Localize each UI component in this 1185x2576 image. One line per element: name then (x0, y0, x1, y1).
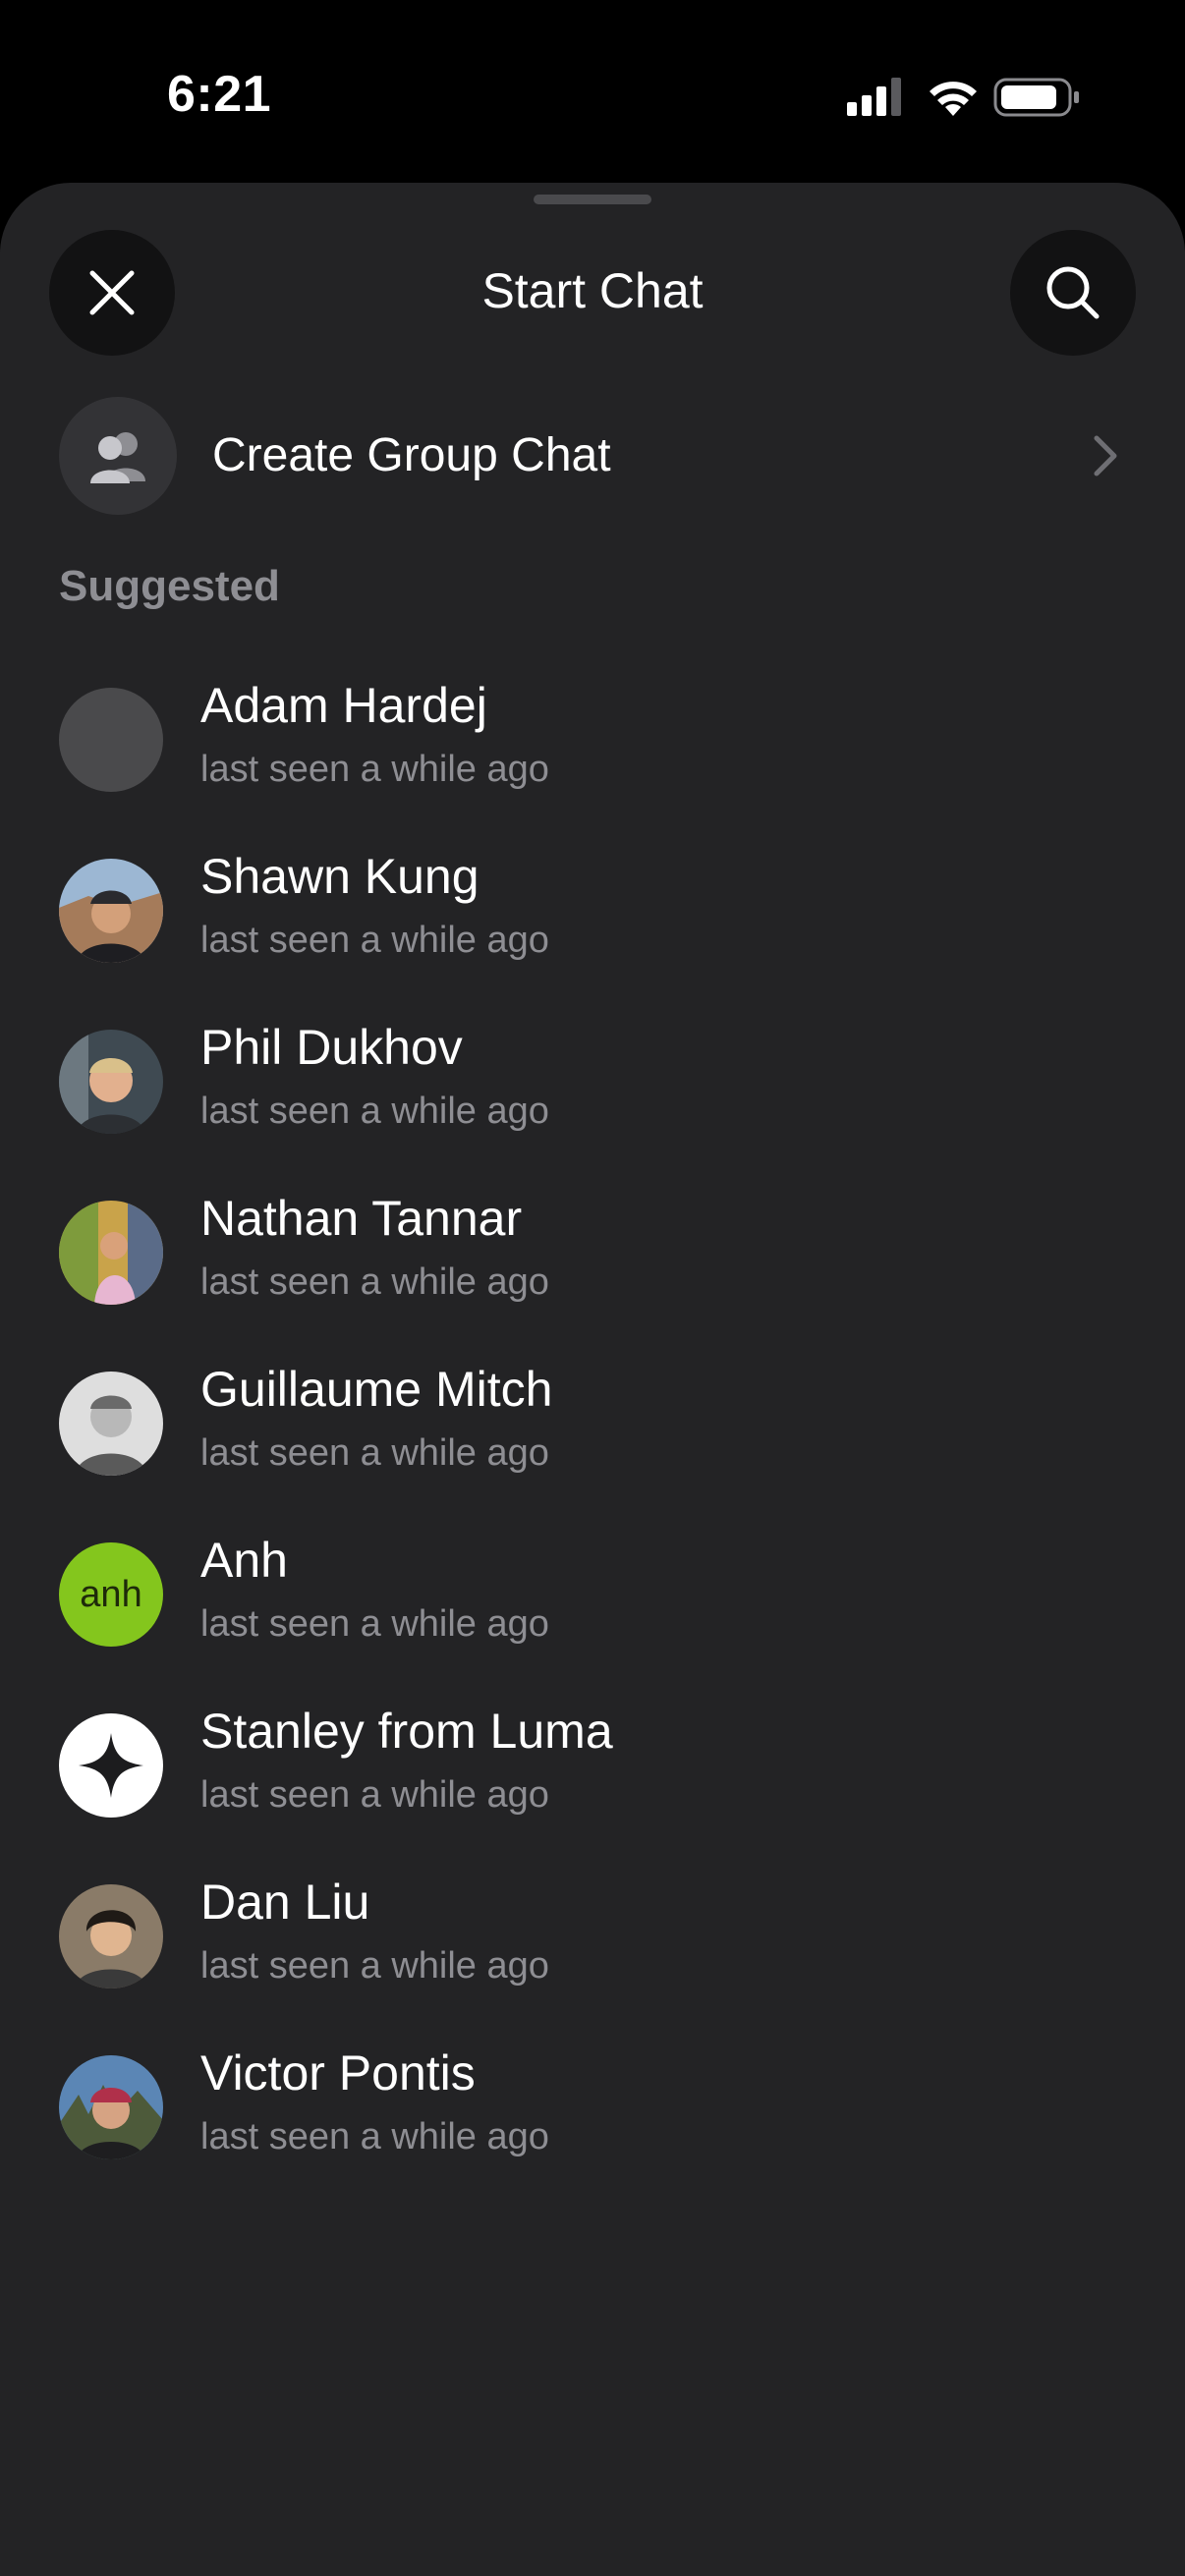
contact-row[interactable]: Guillaume Mitch last seen a while ago (0, 1358, 1185, 1529)
status-time: 6:21 (167, 66, 272, 123)
avatar (59, 1372, 163, 1476)
contact-name: Phil Dukhov (200, 1020, 463, 1075)
avatar (59, 1884, 163, 1988)
create-group-chat-row[interactable]: Create Group Chat (0, 395, 1185, 517)
contact-status: last seen a while ago (200, 1261, 549, 1303)
contact-row[interactable]: Phil Dukhov last seen a while ago (0, 1016, 1185, 1187)
avatar-initials: anh (80, 1573, 142, 1615)
contact-name: Adam Hardej (200, 678, 487, 733)
avatar (59, 859, 163, 963)
contact-status: last seen a while ago (200, 1091, 549, 1132)
contact-name: Anh (200, 1533, 288, 1588)
contact-row[interactable]: Stanley from Luma last seen a while ago (0, 1700, 1185, 1871)
status-icons-svg (847, 78, 1079, 117)
contact-status: last seen a while ago (200, 920, 549, 961)
battery-icon (993, 78, 1079, 117)
contact-status: last seen a while ago (200, 1603, 549, 1645)
contact-row[interactable]: Dan Liu last seen a while ago (0, 1871, 1185, 2042)
suggested-contacts-list: Adam Hardej last seen a while ago Shawn … (0, 674, 1185, 2212)
contact-status: last seen a while ago (200, 1945, 549, 1987)
contact-name: Victor Pontis (200, 2045, 476, 2100)
status-bar: 6:21 (0, 0, 1185, 182)
contact-name: Dan Liu (200, 1875, 370, 1930)
avatar (59, 1201, 163, 1305)
chevron-right-icon (1093, 434, 1120, 482)
search-button[interactable] (1010, 230, 1136, 356)
avatar (59, 1713, 163, 1818)
contact-name: Shawn Kung (200, 849, 480, 904)
contact-row[interactable]: Shawn Kung last seen a while ago (0, 845, 1185, 1016)
search-icon (1046, 266, 1100, 319)
contact-name: Stanley from Luma (200, 1704, 613, 1759)
contact-name: Guillaume Mitch (200, 1362, 553, 1417)
avatar: anh (59, 1542, 163, 1647)
contact-status: last seen a while ago (200, 2116, 549, 2157)
contact-status: last seen a while ago (200, 749, 549, 790)
contact-row[interactable]: Victor Pontis last seen a while ago (0, 2042, 1185, 2212)
contact-row[interactable]: Nathan Tannar last seen a while ago (0, 1187, 1185, 1358)
cellular-signal-icon (847, 78, 901, 116)
contact-row[interactable]: anh Anh last seen a while ago (0, 1529, 1185, 1700)
contact-status: last seen a while ago (200, 1774, 549, 1816)
avatar (59, 1030, 163, 1134)
contact-status: last seen a while ago (200, 1432, 549, 1474)
avatar (59, 688, 163, 792)
status-icons (847, 75, 1083, 118)
start-chat-sheet: Start Chat Create Group Chat Suggested A… (0, 183, 1185, 2576)
page-title: Start Chat (481, 263, 704, 318)
group-icon (59, 397, 177, 515)
contact-name: Nathan Tannar (200, 1191, 523, 1246)
suggested-section-label: Suggested (59, 562, 280, 610)
avatar (59, 2055, 163, 2159)
sheet-grabber[interactable] (534, 195, 651, 204)
create-group-chat-label: Create Group Chat (212, 429, 611, 481)
wifi-icon (930, 82, 977, 116)
contact-row[interactable]: Adam Hardej last seen a while ago (0, 674, 1185, 845)
